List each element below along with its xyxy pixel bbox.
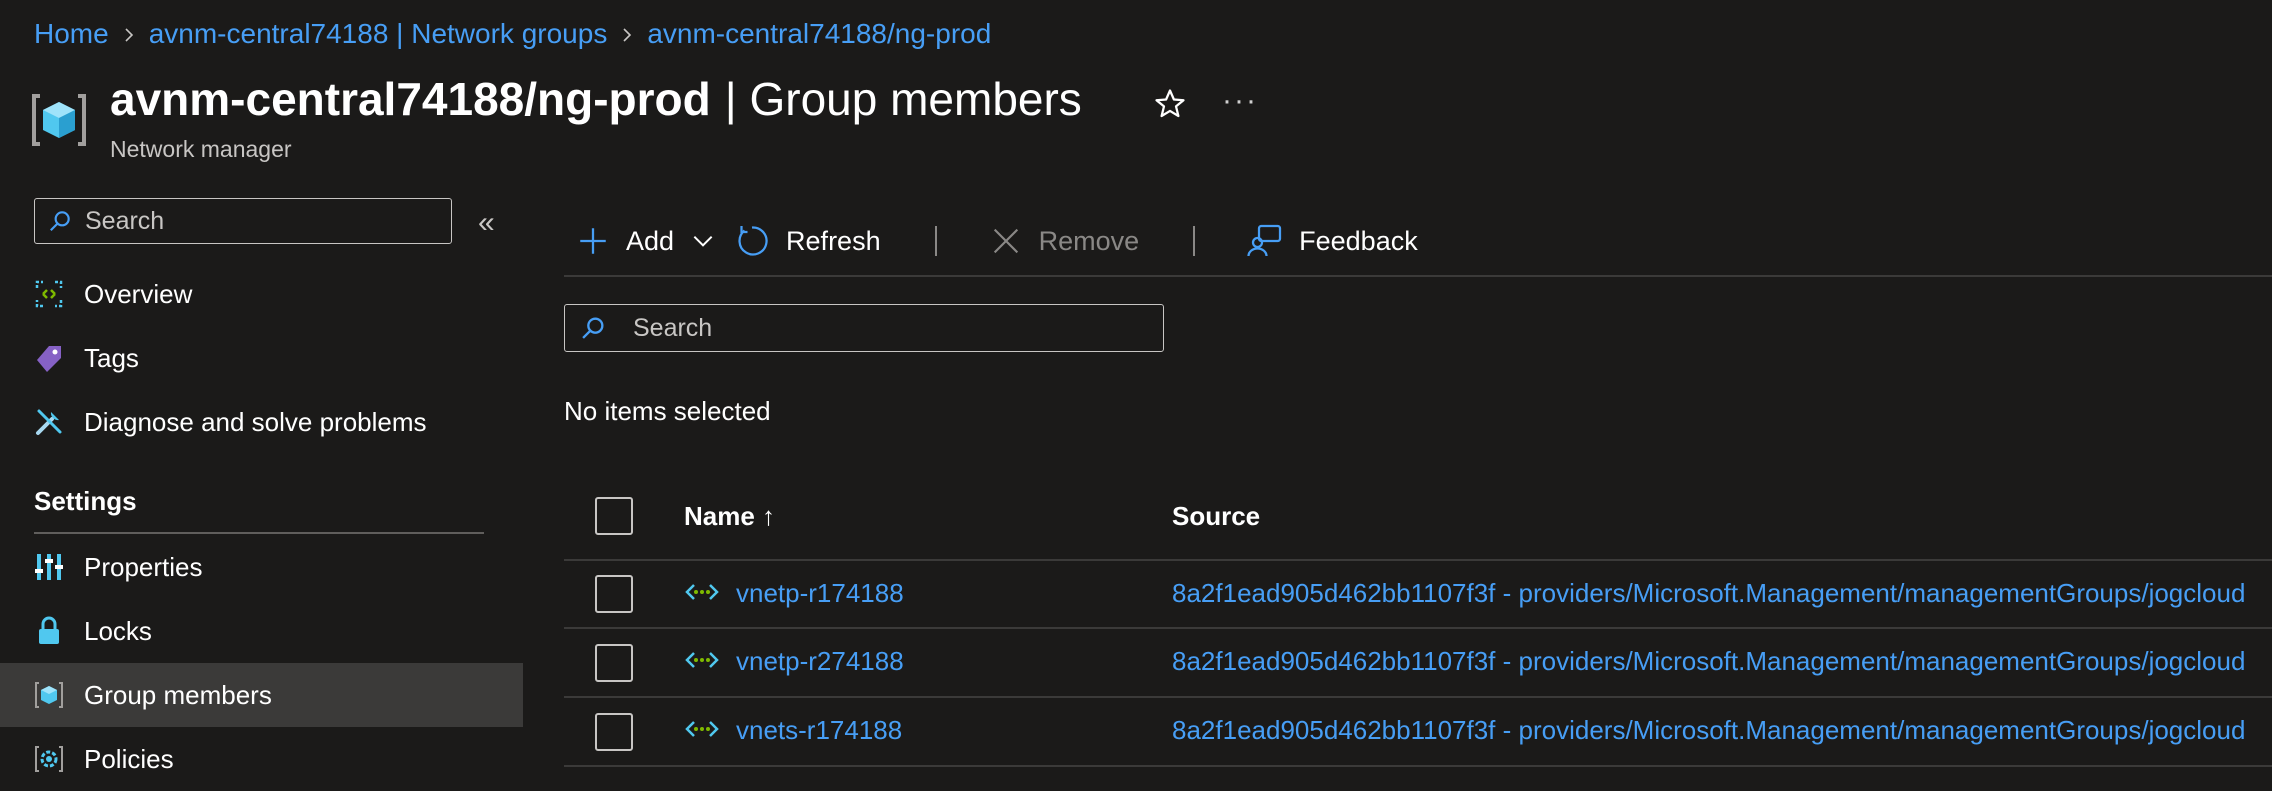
sidebar-item-label: Overview bbox=[84, 278, 193, 309]
lock-icon bbox=[32, 614, 66, 648]
section-divider bbox=[34, 532, 484, 534]
sidebar-search-input[interactable] bbox=[83, 205, 451, 237]
page-title-resource: avnm-central74188/ng-prod bbox=[110, 73, 711, 125]
sidebar-item-label: Diagnose and solve problems bbox=[84, 406, 427, 437]
sidebar-item-group-members[interactable]: Group members bbox=[0, 663, 523, 727]
remove-button[interactable]: Remove bbox=[989, 224, 1140, 258]
toolbar-divider bbox=[934, 226, 937, 256]
member-link[interactable]: vnetp-r174188 bbox=[736, 578, 904, 609]
members-search-input[interactable] bbox=[631, 312, 1163, 344]
breadcrumb-home-link[interactable]: Home bbox=[34, 18, 109, 50]
resource-type-subtitle: Network manager bbox=[110, 136, 292, 162]
virtual-network-icon bbox=[685, 583, 719, 600]
row-divider bbox=[564, 765, 2272, 767]
breadcrumb-ng-prod-link[interactable]: avnm-central74188/ng-prod bbox=[647, 18, 991, 50]
page-title-section: | Group members bbox=[724, 73, 1082, 125]
sidebar-item-tags[interactable]: Tags bbox=[0, 326, 523, 390]
toolbar-divider-line bbox=[564, 275, 2272, 277]
refresh-button-label: Refresh bbox=[786, 225, 881, 256]
sidebar-search-box[interactable] bbox=[34, 198, 452, 244]
policies-icon bbox=[32, 742, 66, 776]
plus-icon bbox=[580, 228, 606, 254]
sidebar-item-diagnose[interactable]: Diagnose and solve problems bbox=[0, 390, 523, 454]
row-divider bbox=[564, 627, 2272, 629]
sidebar-item-overview[interactable]: Overview bbox=[0, 262, 523, 326]
close-icon bbox=[993, 228, 1018, 254]
table-row-name: vnets-r174188 bbox=[684, 715, 902, 746]
refresh-icon bbox=[738, 226, 768, 256]
overview-icon bbox=[32, 277, 66, 311]
member-source-link[interactable]: 8a2f1ead905d462bb1107f3f - providers/Mic… bbox=[1172, 715, 2245, 746]
tag-icon bbox=[32, 341, 66, 375]
search-icon bbox=[582, 317, 604, 339]
column-header-source[interactable]: Source bbox=[1172, 501, 1260, 532]
selection-status: No items selected bbox=[564, 396, 771, 426]
page-title: avnm-central74188/ng-prod | Group member… bbox=[110, 72, 1082, 126]
row-checkbox[interactable] bbox=[595, 713, 633, 751]
sidebar-item-locks[interactable]: Locks bbox=[0, 599, 523, 663]
double-chevron-left-icon[interactable]: « bbox=[478, 206, 495, 240]
sidebar-item-label: Properties bbox=[84, 551, 203, 582]
column-header-name[interactable]: Name ↑ bbox=[684, 501, 775, 532]
sidebar-item-policies[interactable]: Policies bbox=[0, 727, 523, 791]
star-icon[interactable] bbox=[1152, 86, 1188, 122]
properties-icon bbox=[32, 550, 66, 584]
remove-button-label: Remove bbox=[1038, 225, 1140, 256]
table-row-name: vnetp-r174188 bbox=[684, 578, 904, 609]
sidebar-item-label: Locks bbox=[84, 615, 152, 646]
virtual-network-icon bbox=[685, 651, 719, 668]
members-search-box[interactable] bbox=[564, 304, 1164, 352]
table-header-divider bbox=[564, 559, 2272, 561]
feedback-icon bbox=[1247, 224, 1282, 257]
member-link[interactable]: vnets-r174188 bbox=[736, 715, 902, 746]
row-checkbox[interactable] bbox=[595, 644, 633, 682]
row-divider bbox=[564, 696, 2272, 698]
refresh-button[interactable]: Refresh bbox=[734, 223, 881, 259]
virtual-network-icon bbox=[685, 720, 719, 737]
table-row-name: vnetp-r274188 bbox=[684, 646, 904, 677]
chevron-down-icon bbox=[693, 235, 713, 247]
toolbar-divider bbox=[1193, 226, 1196, 256]
select-all-checkbox[interactable] bbox=[595, 497, 633, 535]
member-source-link[interactable]: 8a2f1ead905d462bb1107f3f - providers/Mic… bbox=[1172, 646, 2245, 677]
row-checkbox[interactable] bbox=[595, 575, 633, 613]
sidebar-item-label: Tags bbox=[84, 342, 139, 373]
more-icon[interactable]: ··· bbox=[1222, 84, 1258, 118]
breadcrumb: Home avnm-central74188 | Network groups … bbox=[34, 18, 991, 50]
chevron-right-icon bbox=[607, 18, 647, 50]
add-button[interactable]: Add bbox=[576, 224, 716, 258]
sidebar-section-settings: Settings bbox=[34, 486, 137, 516]
sidebar-item-properties[interactable]: Properties bbox=[0, 535, 523, 599]
network-manager-icon bbox=[30, 88, 88, 152]
command-bar: Add Refresh Remove Feedback bbox=[576, 212, 1432, 270]
sidebar-item-label: Policies bbox=[84, 743, 174, 774]
search-icon bbox=[50, 211, 70, 231]
member-source-link[interactable]: 8a2f1ead905d462bb1107f3f - providers/Mic… bbox=[1172, 578, 2245, 609]
add-button-label: Add bbox=[626, 225, 675, 256]
sidebar-item-label: Group members bbox=[84, 679, 272, 710]
member-link[interactable]: vnetp-r274188 bbox=[736, 646, 904, 677]
group-members-icon bbox=[32, 678, 66, 712]
chevron-right-icon bbox=[109, 18, 149, 50]
feedback-button-label: Feedback bbox=[1299, 225, 1418, 256]
breadcrumb-network-groups-link[interactable]: avnm-central74188 | Network groups bbox=[149, 18, 608, 50]
feedback-button[interactable]: Feedback bbox=[1247, 223, 1418, 259]
wrench-icon bbox=[32, 405, 66, 439]
